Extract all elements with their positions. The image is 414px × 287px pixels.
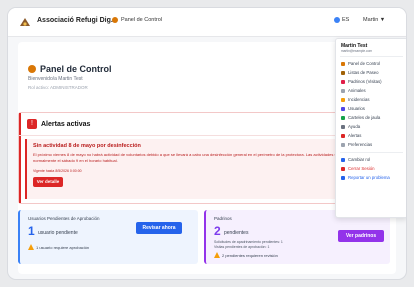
user-dropdown-menu: Martin Test martin@example.com Panel de … (335, 38, 406, 218)
warning-icon: ! (27, 119, 37, 129)
pending-users-warning: 1 usuario requiere aprobación (28, 244, 89, 250)
sponsorship-requests: Solicitudes de apadrinamiento pendientes… (214, 240, 283, 244)
count-caption: usuario pendiente (38, 230, 78, 236)
switch-icon (341, 157, 345, 162)
view-detail-button[interactable]: Ver detalle (33, 177, 63, 187)
card-label: Padrinos (214, 216, 232, 221)
card-label: Usuarios Pendientes de Aprobación (28, 216, 100, 221)
paw-icon (112, 17, 118, 23)
page-title: Panel de Control (28, 64, 112, 74)
alert-message: El próximo viernes 8 de mayo no habrá ac… (33, 152, 359, 163)
menu-item-label: Reportar un problema (348, 175, 390, 180)
menu-item-preferences[interactable]: Preferencias (341, 142, 372, 147)
menu-item-users[interactable]: Usuarios (341, 106, 365, 111)
heart-icon (341, 79, 345, 84)
menu-item-animals[interactable]: Animales (341, 88, 366, 93)
menu-item-change-role[interactable]: Cambiar rol (341, 157, 370, 162)
dropdown-user-email: martin@example.com (341, 49, 373, 53)
warning-icon (341, 97, 345, 102)
top-navbar: Associació Refugi Dig... Panel de Contro… (8, 8, 406, 37)
nav-link-panel[interactable]: Panel de Control (112, 17, 162, 23)
paw-icon (341, 88, 345, 93)
alert-header: ! Alertas activas (19, 113, 389, 136)
paw-icon (341, 61, 345, 66)
menu-item-panel[interactable]: Panel de Control (341, 61, 380, 66)
paw-logo-icon[interactable] (18, 15, 32, 29)
sponsors-warning: 2 pendientes requieren revisión (214, 252, 278, 258)
globe-icon (334, 17, 340, 23)
divider (340, 56, 403, 57)
menu-item-label: Panel de Control (348, 61, 381, 66)
menu-item-label: Padrinos (Visitas) (348, 79, 382, 84)
warning-icon (28, 244, 34, 250)
list-icon (341, 70, 345, 75)
bug-icon (341, 175, 345, 180)
pending-users-card: Usuarios Pendientes de Aprobación 1 usua… (18, 210, 198, 264)
menu-item-label: Cerrar Sesión (348, 166, 375, 171)
help-icon (341, 124, 345, 129)
menu-item-cage-signs[interactable]: Carteles de jaula (341, 115, 380, 120)
menu-item-label: Carteles de jaula (348, 115, 381, 120)
page-title-text: Panel de Control (40, 64, 112, 74)
menu-item-logout[interactable]: Cerrar Sesión (341, 166, 375, 171)
gear-icon (341, 142, 345, 147)
menu-item-label: Animales (348, 88, 366, 93)
menu-item-label: Ayuda (348, 124, 361, 129)
menu-item-walk-lists[interactable]: Listas de Paseo (341, 70, 379, 75)
pending-visits: Visitas pendientes de aprobación: 1 (214, 245, 270, 249)
language-label: ES (342, 17, 350, 23)
menu-item-help[interactable]: Ayuda (341, 124, 360, 129)
alert-icon (341, 133, 345, 138)
sponsors-count: 2 (214, 224, 221, 238)
language-selector[interactable]: ES (334, 17, 349, 23)
nav-link-label: Panel de Control (121, 17, 162, 23)
count-caption: pendientes (224, 230, 249, 236)
welcome-text: Bienvenido/a Martin Test (28, 76, 83, 82)
warning-icon (214, 252, 220, 258)
warning-text: 2 pendientes requieren revisión (222, 252, 278, 258)
menu-item-sponsors[interactable]: Padrinos (Visitas) (341, 79, 382, 84)
users-icon (341, 106, 345, 111)
paw-icon (28, 65, 36, 73)
menu-item-alerts[interactable]: Alertas (341, 133, 361, 138)
alert-item: Sin actividad 8 de mayo por desinfección… (25, 139, 387, 199)
menu-item-label: Preferencias (348, 142, 373, 147)
pending-users-count: 1 (28, 224, 35, 238)
brand-name[interactable]: Associació Refugi Dig... (37, 17, 117, 24)
app-window: Associació Refugi Dig... Panel de Contro… (8, 8, 406, 279)
alert-valid-until: Vigente hasta 8/5/2026 0:00:00 (33, 169, 82, 173)
menu-item-report-problem[interactable]: Reportar un problema (341, 175, 401, 180)
review-now-button[interactable]: Revisar ahora (136, 222, 182, 234)
alert-subject: Sin actividad 8 de mayo por desinfección (33, 143, 141, 149)
menu-item-label: Usuarios (348, 106, 365, 111)
divider (340, 152, 403, 153)
active-role: Rol activo: ADMINISTRADOR (28, 85, 88, 90)
menu-item-incidents[interactable]: Incidencias (341, 97, 370, 102)
sponsors-card: Padrinos 2 pendientes Solicitudes de apa… (204, 210, 390, 264)
menu-item-label: Incidencias (348, 97, 370, 102)
menu-item-label: Cambiar rol (348, 157, 371, 162)
logout-icon (341, 166, 345, 171)
view-sponsors-button[interactable]: Ver padrinos (338, 230, 384, 242)
alert-title: Alertas activas (41, 121, 91, 128)
menu-item-label: Alertas (348, 133, 362, 138)
sign-icon (341, 115, 345, 120)
warning-text: 1 usuario requiere aprobación (36, 244, 90, 250)
user-menu-toggle[interactable]: Martin ▼ (363, 17, 385, 23)
menu-item-label: Listas de Paseo (348, 70, 379, 75)
